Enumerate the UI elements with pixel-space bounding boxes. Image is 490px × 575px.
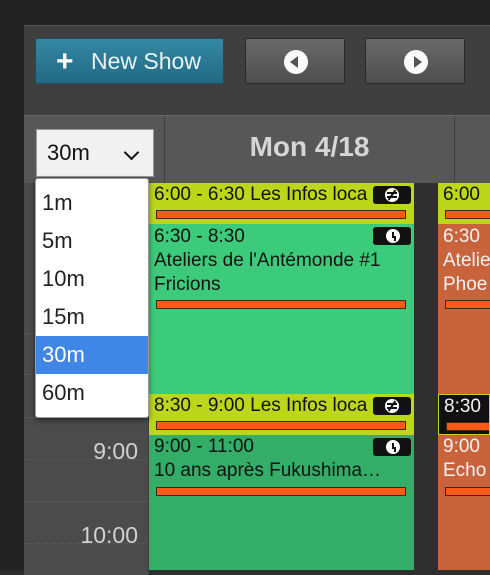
interval-option[interactable]: 1m — [36, 184, 148, 222]
event-time: 9:00 — [443, 436, 480, 457]
interval-select[interactable]: 30m — [36, 129, 154, 177]
interval-option[interactable]: 10m — [36, 260, 148, 298]
new-show-button[interactable]: + New Show — [35, 38, 224, 84]
interval-option-selected[interactable]: 30m — [36, 336, 148, 374]
plus-icon: + — [56, 45, 74, 78]
interval-option[interactable]: 60m — [36, 374, 148, 412]
badge — [373, 397, 411, 415]
progress-bar — [445, 487, 490, 496]
time-gridline — [24, 501, 148, 502]
show-event[interactable]: 8:30 - 9:00 Les Infos loca — [149, 394, 414, 435]
repeat-icon — [385, 399, 399, 413]
event-time: 6:30 - 8:30 — [154, 226, 245, 247]
badge — [373, 227, 411, 245]
interval-dropdown: 1m 5m 10m 15m 30m 60m — [35, 178, 149, 418]
show-event[interactable]: 6:30 Atelie Phoe — [438, 224, 490, 394]
progress-bar — [446, 422, 489, 431]
event-time-title: 6:00 - 6:30 Les Infos loca — [154, 184, 368, 205]
event-time: 6:30 — [443, 226, 480, 247]
show-event[interactable]: 9:00 - 11:00 10 ans après Fukushima… — [149, 435, 414, 570]
event-title-line2: Phoe — [443, 274, 488, 295]
progress-bar — [445, 210, 490, 219]
time-label: 10:00 — [80, 522, 138, 548]
chevron-down-icon — [123, 144, 140, 161]
event-time: 9:00 - 11:00 — [154, 436, 255, 457]
badge — [373, 186, 411, 204]
clock-icon — [386, 229, 400, 243]
event-title: Echo — [443, 460, 487, 481]
next-arrow-icon — [404, 50, 428, 74]
show-event[interactable]: 6:30 - 8:30 Ateliers de l'Antémonde #1 F… — [149, 224, 414, 394]
next-button[interactable] — [365, 38, 465, 84]
show-event[interactable]: 8:30 — [438, 394, 490, 435]
header-divider — [454, 116, 455, 184]
show-event[interactable]: 9:00 Echo — [438, 435, 490, 570]
new-show-label: New Show — [91, 48, 201, 74]
time-label: 9:00 — [93, 438, 138, 464]
clock-icon — [386, 440, 400, 454]
progress-bar — [445, 300, 490, 309]
badge — [373, 438, 411, 456]
event-title: Ateliers de l'Antémonde #1 — [154, 250, 381, 271]
event-time-title: 8:30 - 9:00 Les Infos loca — [154, 395, 368, 416]
event-title: 10 ans après Fukushima… — [154, 460, 382, 481]
interval-select-value: 30m — [47, 140, 90, 165]
event-time: 8:30 — [444, 396, 481, 417]
progress-bar — [156, 300, 406, 309]
app-frame: + New Show 30m Mon 4/18 9:00 10:00 6:00 … — [0, 0, 490, 575]
previous-arrow-icon — [284, 50, 308, 74]
calendar-toolbar: + New Show — [24, 25, 490, 116]
progress-bar — [156, 210, 406, 219]
show-event[interactable]: 6:00 - 6:30 Les Infos loca — [149, 183, 414, 224]
event-title-line2: Fricions — [154, 274, 221, 295]
interval-option[interactable]: 5m — [36, 222, 148, 260]
interval-option[interactable]: 15m — [36, 298, 148, 336]
progress-bar — [156, 421, 406, 430]
event-title: Atelie — [443, 250, 490, 271]
repeat-icon — [385, 188, 399, 202]
progress-bar — [156, 487, 406, 496]
calendar-header: 30m Mon 4/18 — [24, 115, 490, 184]
previous-button[interactable] — [245, 38, 345, 84]
event-time: 6:00 — [443, 184, 480, 205]
day-title: Mon 4/18 — [249, 131, 370, 162]
show-event[interactable]: 6:00 — [438, 183, 490, 224]
